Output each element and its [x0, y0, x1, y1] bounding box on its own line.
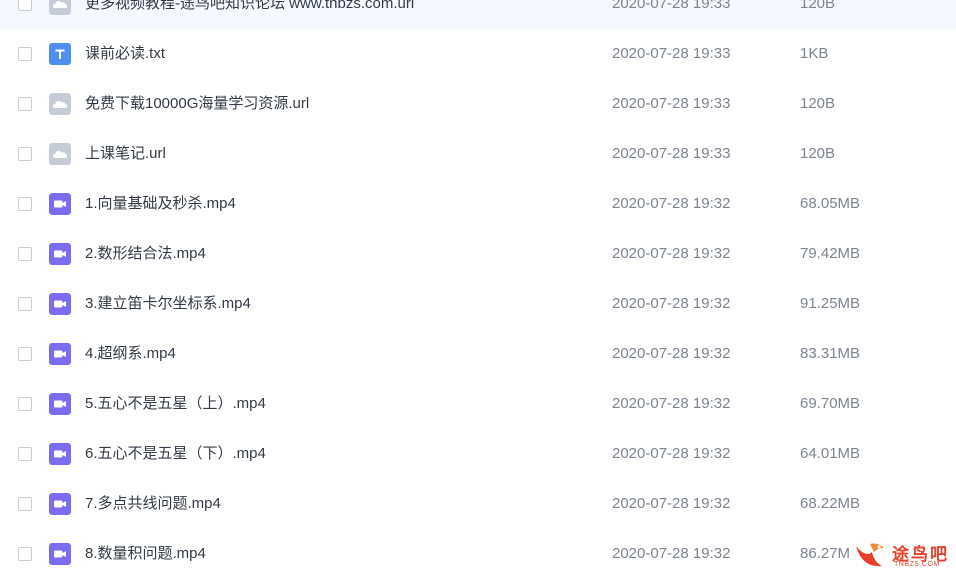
file-size: 1KB: [800, 45, 829, 62]
file-row[interactable]: 4.超纲系.mp4 2020-07-28 19:32 83.31MB: [0, 330, 956, 380]
file-date: 2020-07-28 19:33: [612, 95, 731, 112]
file-date: 2020-07-28 19:32: [612, 545, 731, 562]
file-date: 2020-07-28 19:33: [612, 145, 731, 162]
row-checkbox[interactable]: [18, 397, 32, 411]
row-checkbox[interactable]: [18, 97, 32, 111]
row-checkbox[interactable]: [18, 47, 32, 61]
file-row[interactable]: 7.多点共线问题.mp4 2020-07-28 19:32 68.22MB: [0, 480, 956, 530]
video-file-icon: [49, 543, 71, 565]
file-date: 2020-07-28 19:33: [612, 0, 731, 12]
row-checkbox[interactable]: [18, 347, 32, 361]
video-file-icon: [49, 293, 71, 315]
row-checkbox[interactable]: [18, 497, 32, 511]
file-date: 2020-07-28 19:32: [612, 195, 731, 212]
bird-logo-icon: [856, 543, 884, 567]
file-size: 68.05MB: [800, 195, 861, 212]
file-row[interactable]: 1.向量基础及秒杀.mp4 2020-07-28 19:32 68.05MB: [0, 180, 956, 230]
cloud-link-icon: [49, 93, 71, 115]
file-row[interactable]: 3.建立笛卡尔坐标系.mp4 2020-07-28 19:32 91.25MB: [0, 280, 956, 330]
file-name[interactable]: 7.多点共线问题.mp4: [85, 494, 221, 514]
file-size: 79.42MB: [800, 245, 861, 262]
row-checkbox[interactable]: [18, 447, 32, 461]
file-size: 68.22MB: [800, 495, 861, 512]
file-row[interactable]: 免费下载10000G海量学习资源.url 2020-07-28 19:33 120B: [0, 80, 956, 130]
file-date: 2020-07-28 19:32: [612, 495, 731, 512]
file-name[interactable]: 1.向量基础及秒杀.mp4: [85, 194, 236, 214]
file-date: 2020-07-28 19:32: [612, 445, 731, 462]
file-name[interactable]: 5.五心不是五星（上）.mp4: [85, 394, 266, 414]
video-file-icon: [49, 343, 71, 365]
file-date: 2020-07-28 19:32: [612, 345, 731, 362]
watermark-subtitle: TNBZS.COM: [894, 561, 940, 568]
row-checkbox[interactable]: [18, 297, 32, 311]
file-row[interactable]: 上课笔记.url 2020-07-28 19:33 120B: [0, 130, 956, 180]
file-row[interactable]: 更多视频教程-途鸟吧知识论坛 www.tnbzs.com.url 2020-07-…: [0, 0, 956, 30]
file-date: 2020-07-28 19:32: [612, 295, 731, 312]
video-file-icon: [49, 393, 71, 415]
file-date: 2020-07-28 19:33: [612, 45, 731, 62]
video-file-icon: [49, 443, 71, 465]
watermark: 途鸟吧 TNBZS.COM: [852, 536, 952, 574]
row-checkbox[interactable]: [18, 0, 32, 11]
cloud-link-icon: [49, 143, 71, 165]
file-name[interactable]: 6.五心不是五星（下）.mp4: [85, 444, 266, 464]
file-size: 120B: [800, 145, 836, 162]
file-row[interactable]: 2.数形结合法.mp4 2020-07-28 19:32 79.42MB: [0, 230, 956, 280]
file-name[interactable]: 3.建立笛卡尔坐标系.mp4: [85, 294, 251, 314]
file-size: 120B: [800, 95, 836, 112]
file-name[interactable]: 2.数形结合法.mp4: [85, 244, 206, 264]
file-row[interactable]: 课前必读.txt 2020-07-28 19:33 1KB: [0, 30, 956, 80]
file-row[interactable]: 5.五心不是五星（上）.mp4 2020-07-28 19:32 69.70MB: [0, 380, 956, 430]
file-size: 86.27M: [800, 545, 851, 562]
file-name[interactable]: 课前必读.txt: [85, 44, 165, 64]
row-checkbox[interactable]: [18, 147, 32, 161]
video-file-icon: [49, 243, 71, 265]
file-row[interactable]: 6.五心不是五星（下）.mp4 2020-07-28 19:32 64.01MB: [0, 430, 956, 480]
text-file-icon: [49, 43, 71, 65]
row-checkbox[interactable]: [18, 247, 32, 261]
file-name[interactable]: 8.数量积问题.mp4: [85, 544, 206, 564]
file-size: 69.70MB: [800, 395, 861, 412]
file-size: 91.25MB: [800, 295, 861, 312]
video-file-icon: [49, 193, 71, 215]
file-size: 120B: [800, 0, 836, 12]
file-size: 64.01MB: [800, 445, 861, 462]
file-date: 2020-07-28 19:32: [612, 395, 731, 412]
file-size: 83.31MB: [800, 345, 861, 362]
row-checkbox[interactable]: [18, 197, 32, 211]
row-checkbox[interactable]: [18, 547, 32, 561]
file-name[interactable]: 4.超纲系.mp4: [85, 344, 176, 364]
file-name[interactable]: 更多视频教程-途鸟吧知识论坛 www.tnbzs.com.url: [85, 0, 414, 14]
cloud-link-icon: [49, 0, 71, 15]
file-list: 更多视频教程-途鸟吧知识论坛 www.tnbzs.com.url 2020-07-…: [0, 0, 956, 580]
video-file-icon: [49, 493, 71, 515]
file-name[interactable]: 免费下载10000G海量学习资源.url: [85, 94, 309, 114]
file-row[interactable]: 8.数量积问题.mp4 2020-07-28 19:32 86.27M: [0, 530, 956, 580]
file-name[interactable]: 上课笔记.url: [85, 144, 166, 164]
file-date: 2020-07-28 19:32: [612, 245, 731, 262]
